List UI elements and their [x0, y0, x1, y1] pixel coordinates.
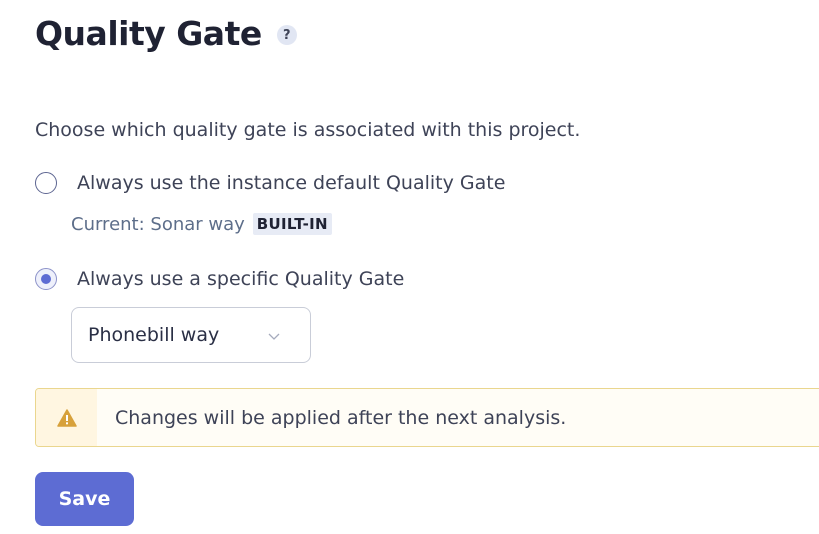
- radio-option-specific[interactable]: Always use a specific Quality Gate: [35, 266, 404, 292]
- current-gate-text: Current: Sonar way: [71, 213, 245, 235]
- quality-gate-page: Quality Gate ? Choose which quality gate…: [0, 0, 819, 534]
- page-title: Quality Gate: [35, 14, 262, 53]
- quality-gate-select[interactable]: Phonebill way: [71, 307, 311, 363]
- radio-option-default[interactable]: Always use the instance default Quality …: [35, 170, 505, 196]
- save-button[interactable]: Save: [35, 472, 134, 526]
- chevron-down-icon: [268, 333, 280, 340]
- radio-default[interactable]: [35, 172, 57, 194]
- current-default-gate: Current: Sonar way BUILT-IN: [71, 213, 332, 235]
- warning-alert: Changes will be applied after the next a…: [35, 388, 819, 447]
- radio-default-label: Always use the instance default Quality …: [77, 172, 506, 194]
- radio-specific[interactable]: [35, 268, 57, 290]
- selected-gate-value: Phonebill way: [88, 324, 220, 346]
- radio-selected-dot: [41, 274, 51, 284]
- built-in-badge: BUILT-IN: [252, 213, 332, 235]
- description-text: Choose which quality gate is associated …: [35, 119, 581, 141]
- warning-icon: [56, 408, 77, 427]
- title-row: Quality Gate ?: [35, 12, 297, 56]
- alert-message: Changes will be applied after the next a…: [115, 406, 567, 429]
- help-icon[interactable]: ?: [276, 25, 297, 45]
- alert-icon-cell: [36, 389, 97, 446]
- radio-specific-label: Always use a specific Quality Gate: [77, 268, 405, 290]
